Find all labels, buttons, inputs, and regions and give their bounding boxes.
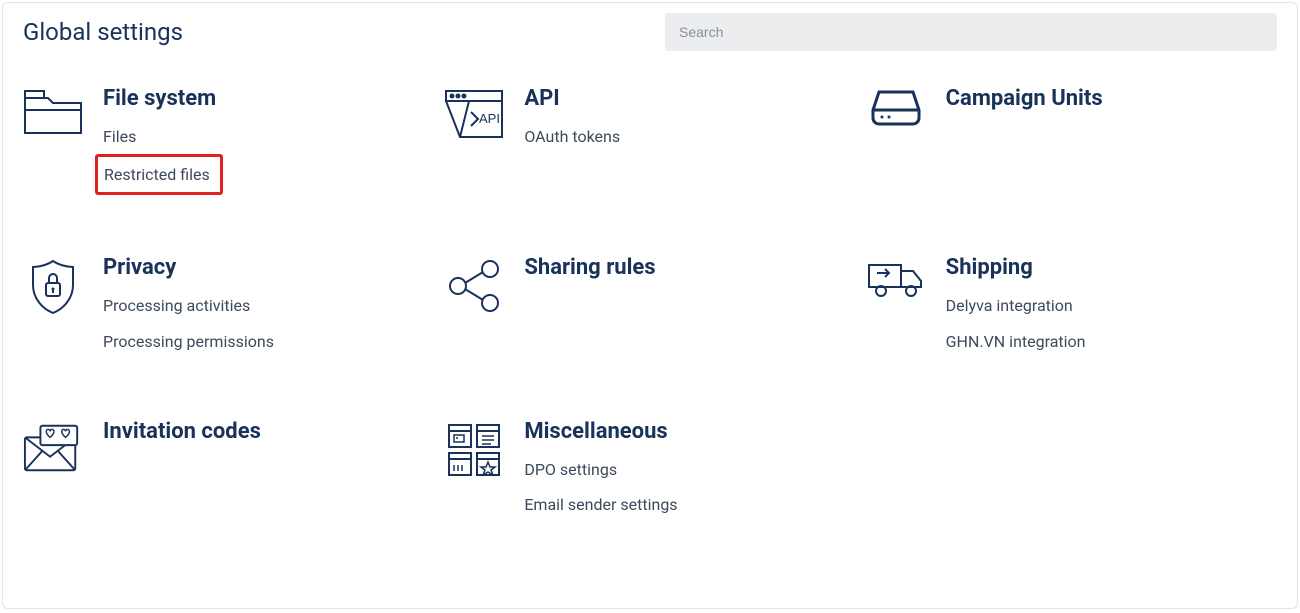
section-privacy: Privacy Processing activities Processing… — [23, 255, 434, 358]
link-delyva[interactable]: Delyva integration — [946, 288, 1086, 323]
section-miscellaneous: Miscellaneous DPO settings Email sender … — [444, 419, 855, 522]
invitation-codes-title[interactable]: Invitation codes — [103, 419, 261, 444]
grid-icon — [444, 419, 504, 477]
link-oauth-tokens[interactable]: OAuth tokens — [524, 119, 620, 154]
miscellaneous-title[interactable]: Miscellaneous — [524, 419, 677, 444]
header: Global settings — [23, 13, 1277, 51]
link-processing-activities[interactable]: Processing activities — [103, 288, 274, 323]
section-campaign-units: Campaign Units — [866, 86, 1277, 195]
settings-grid: File system Files Restricted files API — [23, 86, 1277, 522]
search-input[interactable] — [665, 13, 1277, 51]
link-processing-permissions[interactable]: Processing permissions — [103, 324, 274, 359]
settings-card: Global settings File system Files Restri… — [2, 2, 1298, 609]
share-icon — [444, 255, 504, 313]
link-restricted-files[interactable]: Restricted files — [95, 154, 223, 195]
page-title: Global settings — [23, 18, 183, 46]
file-system-title[interactable]: File system — [103, 86, 223, 111]
link-files[interactable]: Files — [103, 119, 223, 154]
section-file-system: File system Files Restricted files — [23, 86, 434, 195]
shield-lock-icon — [23, 255, 83, 315]
truck-icon — [866, 255, 926, 299]
sharing-rules-title[interactable]: Sharing rules — [524, 255, 655, 280]
shipping-title[interactable]: Shipping — [946, 255, 1086, 280]
privacy-title[interactable]: Privacy — [103, 255, 274, 280]
section-sharing-rules: Sharing rules — [444, 255, 855, 358]
section-shipping: Shipping Delyva integration GHN.VN integ… — [866, 255, 1277, 358]
drive-icon — [866, 86, 926, 126]
api-icon: API — [444, 86, 504, 138]
api-title[interactable]: API — [524, 86, 620, 111]
campaign-units-title[interactable]: Campaign Units — [946, 86, 1103, 111]
folder-icon — [23, 86, 83, 134]
section-api: API API OAuth tokens — [444, 86, 855, 195]
link-email-sender[interactable]: Email sender settings — [524, 487, 677, 522]
svg-text:API: API — [479, 111, 500, 126]
envelope-icon — [23, 419, 83, 473]
link-dpo-settings[interactable]: DPO settings — [524, 452, 677, 487]
section-invitation-codes: Invitation codes — [23, 419, 434, 522]
link-ghn[interactable]: GHN.VN integration — [946, 324, 1086, 359]
